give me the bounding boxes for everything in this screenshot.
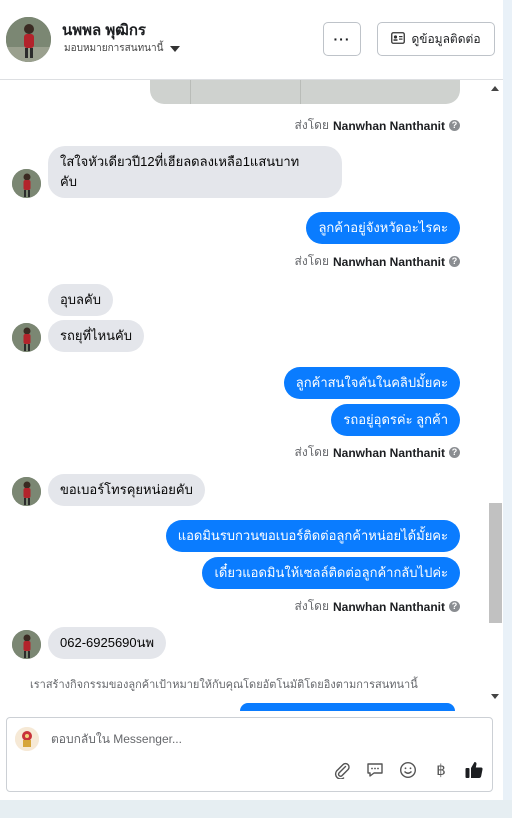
outgoing-message-partial [240,703,455,711]
scroll-up-arrow[interactable] [491,86,499,91]
sent-by-prefix: ส่งโดย [294,599,329,613]
assign-label: มอบหมายการสนทนานี้ [64,43,164,54]
help-icon[interactable]: ? [449,256,460,267]
page-avatar [15,727,39,751]
agent-name: Nanwhan Nanthanit [332,118,445,133]
contact-card-icon [391,31,406,47]
customer-avatar-small [12,323,41,352]
sent-by-line: ส่งโดย Nanwhan Nanthanit ? [295,252,460,271]
composer-tools: ฿ [332,760,484,780]
help-icon[interactable]: ? [449,447,460,458]
incoming-message: อุบลคับ [48,284,113,316]
conversation-header: นพพล พุฒิกร มอบหมายการสนทนานี้ ··· ดูข้อ… [0,0,503,80]
customer-avatar-small [12,169,41,198]
agent-name: Nanwhan Nanthanit [332,599,445,614]
customer-avatar-small [12,630,41,659]
conversation-panel: นพพล พุฒิกร มอบหมายการสนทนานี้ ··· ดูข้อ… [0,0,503,818]
reply-input[interactable] [51,732,351,746]
help-icon[interactable]: ? [449,601,460,612]
more-options-button[interactable]: ··· [323,22,361,56]
outgoing-message: ลูกค้าอยู่จังหวัดอะไรคะ [306,212,460,244]
image-attachment[interactable] [150,80,460,104]
incoming-message: ใสใจหัวเดียวปี12ที่เฮียลดลงเหลือ1แสนบาท … [48,146,342,198]
sent-by-line: ส่งโดย Nanwhan Nanthanit ? [295,597,460,616]
incoming-message: รถยุที่ไหนคับ [48,320,144,352]
sent-by-prefix: ส่งโดย [294,254,329,268]
sent-by-prefix: ส่งโดย [294,445,329,459]
agent-name: Nanwhan Nanthanit [332,254,445,269]
outgoing-message: รถอยู่อุดรค่ะ ลูกค้า [331,404,460,436]
customer-name: นพพล พุฒิกร [62,22,146,39]
reply-composer: ฿ [6,717,493,792]
emoji-icon[interactable] [398,760,418,780]
incoming-message: ขอเบอร์โทรคุยหน่อยคับ [48,474,205,506]
sent-by-line: ส่งโดย Nanwhan Nanthanit ? [295,443,460,462]
caret-down-icon [170,45,181,52]
thumbs-up-icon[interactable] [464,760,484,780]
saved-reply-icon[interactable] [365,760,385,780]
outgoing-message: เดี๋ยวแอดมินให้เซลล์ติดต่อลูกค้ากลับไปค่… [202,557,460,589]
scroll-down-arrow[interactable] [491,694,499,699]
assign-conversation-dropdown[interactable]: มอบหมายการสนทนานี้ [64,41,181,56]
incoming-message: 062-6925690นพ [48,627,167,659]
customer-avatar-small [12,477,41,506]
outgoing-message: ลูกค้าสนใจคันในคลิปมั้ยคะ [283,367,460,399]
customer-avatar[interactable] [6,17,51,62]
sent-by-prefix: ส่งโดย [294,118,329,132]
help-icon[interactable]: ? [449,120,460,131]
view-contact-button[interactable]: ดูข้อมูลติดต่อ [377,22,495,56]
scrollbar-thumb[interactable] [489,503,502,623]
paperclip-icon[interactable] [332,760,352,780]
window-edge [503,0,512,818]
sent-by-line: ส่งโดย Nanwhan Nanthanit ? [295,116,460,135]
baht-icon[interactable]: ฿ [431,760,451,780]
window-bottom-edge [0,800,512,818]
view-contact-label: ดูข้อมูลติดต่อ [411,31,481,46]
outgoing-message: แอดมินรบกวนขอเบอร์ติดต่อลูกค้าหน่อยได้มั… [165,520,460,552]
system-note: เราสร้างกิจกรรมของลูกค้าเป้าหมายให้กับคุ… [30,679,418,691]
agent-name: Nanwhan Nanthanit [332,445,445,460]
